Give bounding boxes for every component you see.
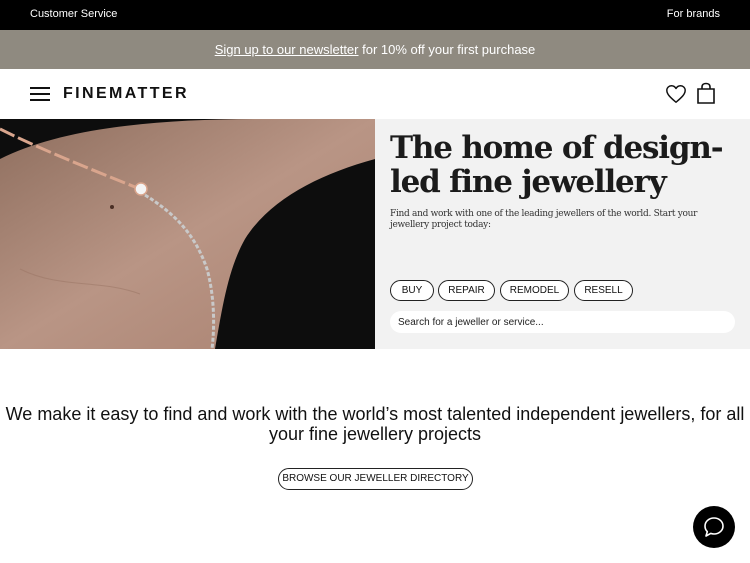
top-bar: Customer Service For brands [0, 0, 750, 30]
bracelet-photo [0, 119, 375, 349]
newsletter-signup-link[interactable]: Sign up to our newsletter [215, 42, 359, 57]
site-header: FINEMATTER [0, 69, 750, 119]
site-logo[interactable]: FINEMATTER [63, 85, 189, 103]
promo-text: for 10% off your first purchase [358, 42, 536, 57]
hero-section: The home of design-led fine jewellery Fi… [0, 119, 750, 349]
heart-icon[interactable] [665, 83, 687, 105]
intro-tagline: We make it easy to find and work with th… [5, 404, 745, 444]
chip-remodel[interactable]: REMODEL [500, 280, 569, 301]
hero-subtitle: Find and work with one of the leading je… [390, 209, 698, 230]
chat-button[interactable] [693, 506, 735, 548]
chip-resell[interactable]: RESELL [574, 280, 633, 301]
menu-icon[interactable] [30, 87, 50, 101]
chip-buy[interactable]: BUY [390, 280, 434, 301]
bag-icon[interactable] [696, 82, 716, 104]
jeweller-search-input[interactable] [390, 311, 735, 333]
browse-directory-button[interactable]: BROWSE OUR JEWELLER DIRECTORY [278, 468, 473, 490]
hero-panel: The home of design-led fine jewellery Fi… [375, 119, 750, 349]
promo-banner: Sign up to our newsletter for 10% off yo… [0, 30, 750, 69]
for-brands-link[interactable]: For brands [667, 8, 720, 20]
hero-title: The home of design-led fine jewellery [390, 130, 724, 200]
customer-service-link[interactable]: Customer Service [30, 8, 117, 20]
chat-bubble-icon [704, 517, 724, 537]
chip-repair[interactable]: REPAIR [438, 280, 495, 301]
